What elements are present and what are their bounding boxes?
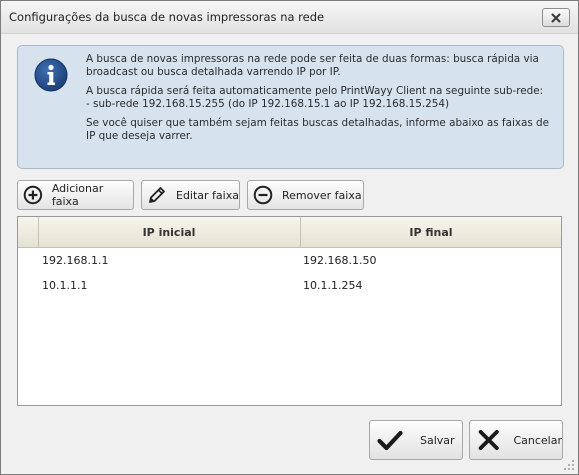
info-panel: A busca de novas impressoras na rede pod… — [17, 45, 564, 169]
title-bar[interactable]: Configurações da busca de novas impresso… — [1, 1, 578, 34]
table-row[interactable]: 192.168.1.1 192.168.1.50 — [18, 249, 561, 273]
ip-range-grid[interactable]: IP inicial IP final 192.168.1.1 192.168.… — [17, 216, 562, 406]
edit-range-label: Editar faixa — [176, 188, 239, 202]
add-range-button[interactable]: Adicionar faixa — [17, 180, 134, 210]
cell-ip-start[interactable]: 192.168.1.1 — [42, 254, 108, 267]
dialog-window: Configurações da busca de novas impresso… — [0, 0, 579, 475]
info-text: A busca de novas impressoras na rede pod… — [86, 53, 556, 150]
resize-grip-icon[interactable] — [563, 459, 575, 471]
column-header-ip-end[interactable]: IP final — [301, 217, 561, 247]
cross-icon — [478, 429, 499, 451]
checkmark-icon — [377, 430, 403, 451]
cell-ip-end[interactable]: 192.168.1.50 — [303, 254, 376, 267]
row-selector-header — [18, 217, 39, 247]
info-icon — [34, 58, 68, 92]
close-icon — [551, 13, 561, 22]
info-paragraph-3: Se você quiser que também sejam feitas b… — [86, 117, 550, 142]
cell-ip-end[interactable]: 10.1.1.254 — [303, 279, 362, 292]
save-label: Salvar — [420, 433, 455, 447]
cancel-label: Cancelar — [513, 433, 562, 447]
column-header-ip-start[interactable]: IP inicial — [38, 217, 301, 247]
info-paragraph-1: A busca de novas impressoras na rede pod… — [86, 53, 539, 78]
table-row[interactable]: 10.1.1.1 10.1.1.254 — [18, 274, 561, 298]
add-range-label: Adicionar faixa — [51, 182, 104, 208]
edit-range-button[interactable]: Editar faixa — [141, 180, 240, 210]
remove-range-button[interactable]: Remover faixa — [247, 180, 364, 210]
cancel-button[interactable]: Cancelar — [469, 420, 563, 460]
minus-circle-icon — [253, 185, 273, 205]
plus-circle-icon — [23, 185, 43, 205]
info-paragraph-2: A busca rápida será feita automaticament… — [86, 85, 544, 110]
window-title: Configurações da busca de novas impresso… — [9, 10, 325, 24]
grid-header: IP inicial IP final — [18, 217, 561, 248]
remove-range-label: Remover faixa — [282, 188, 362, 202]
save-button[interactable]: Salvar — [369, 420, 463, 460]
pencil-icon — [149, 187, 165, 203]
close-button[interactable] — [542, 8, 570, 27]
cell-ip-start[interactable]: 10.1.1.1 — [42, 279, 87, 292]
